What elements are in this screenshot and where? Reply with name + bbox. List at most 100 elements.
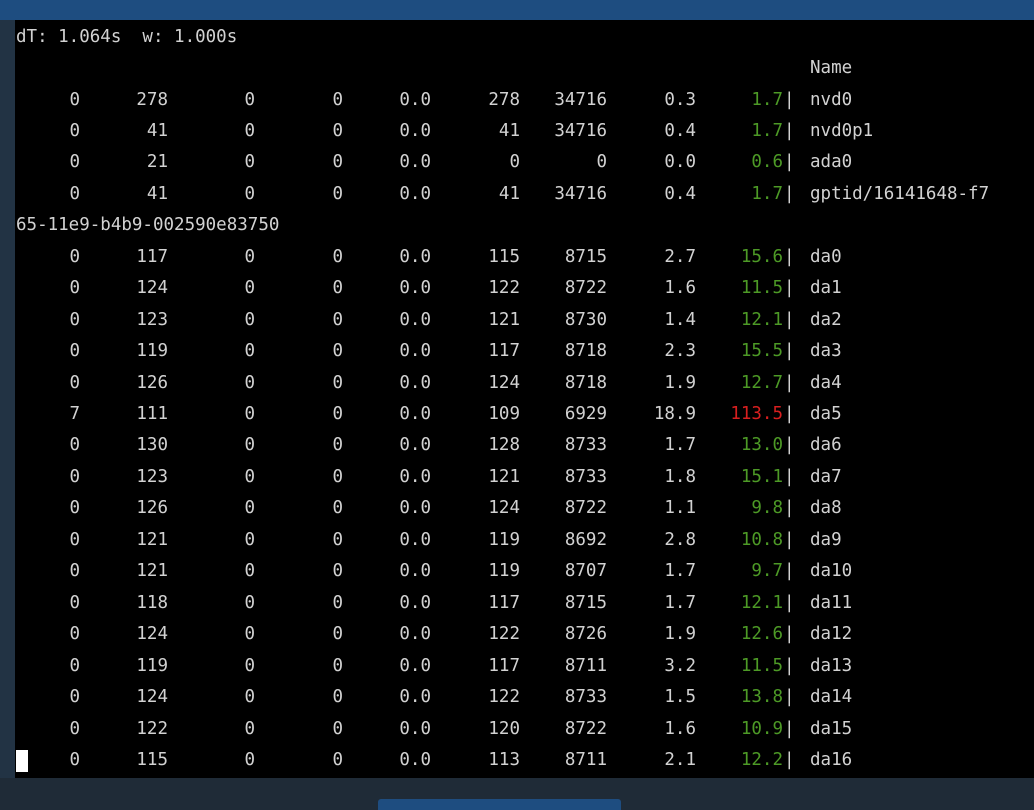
busy-separator: | — [784, 89, 795, 110]
device-name: da9 — [810, 529, 842, 550]
table-row[interactable]: 0 21 0 0 0.0 0 0 0.0 0.6 | ada0 — [15, 147, 1034, 178]
table-row[interactable]: 0 130 0 0 0.0 128 8733 1.7 13.0 | da6 — [15, 430, 1034, 461]
busy-separator: | — [784, 529, 795, 550]
cell-rs: 0 — [244, 561, 255, 582]
busy-separator: | — [784, 718, 795, 739]
cell-lq: 0 — [69, 435, 80, 456]
cell-lq: 0 — [69, 687, 80, 708]
cell-ops: 111 — [136, 404, 168, 424]
status-line: dT: 1.064s w: 1.000s — [15, 22, 237, 53]
table-row[interactable]: 0 118 0 0 0.0 117 8715 1.7 12.1 | da11 — [15, 588, 1034, 619]
cell-ops: 124 — [136, 278, 168, 299]
device-name: da3 — [810, 341, 842, 362]
cell-rkbps: 0 — [332, 498, 343, 519]
cell-rkbps: 0 — [332, 278, 343, 299]
cell-msw: 1.9 — [664, 624, 696, 645]
busy-separator: | — [784, 246, 795, 267]
table-row[interactable]: 0 124 0 0 0.0 122 8722 1.6 11.5 | da1 — [15, 273, 1034, 304]
table-row[interactable]: 0 119 0 0 0.0 117 8711 3.2 11.5 | da13 — [15, 651, 1034, 682]
table-row[interactable]: 0 126 0 0 0.0 124 8722 1.1 9.8 | da8 — [15, 493, 1034, 524]
cell-msw: 1.5 — [664, 687, 696, 708]
cell-rs: 0 — [244, 718, 255, 739]
table-row[interactable]: 0 119 0 0 0.0 117 8718 2.3 15.5 | da3 — [15, 336, 1034, 367]
cell-rs: 0 — [244, 749, 255, 770]
device-name: da8 — [810, 498, 842, 519]
cell-ops: 124 — [136, 687, 168, 708]
table-row[interactable]: 0 124 0 0 0.0 122 8726 1.9 12.6 | da12 — [15, 619, 1034, 650]
cell-lq: 0 — [69, 309, 80, 330]
cell-msw: 3.2 — [664, 655, 696, 676]
device-name: da0 — [810, 246, 842, 267]
cell-rkbps: 0 — [332, 152, 343, 173]
table-row[interactable]: 0 41 0 0 0.0 41 34716 0.4 1.7 | nvd0p1 — [15, 116, 1034, 147]
cell-rs: 0 — [244, 278, 255, 299]
cell-msw: 1.7 — [664, 435, 696, 456]
cell-ws: 122 — [488, 278, 520, 299]
device-name: da5 — [810, 404, 842, 424]
busy-value: 11.5 — [740, 655, 783, 676]
cell-msr: 0.0 — [399, 89, 431, 110]
busy-separator: | — [784, 404, 795, 424]
busy-value: 12.2 — [740, 749, 783, 770]
table-row[interactable]: 0 115 0 0 0.0 113 8711 2.1 12.2 | da16 — [15, 745, 1034, 776]
cell-msw: 18.9 — [653, 404, 696, 424]
cell-msw: 2.7 — [664, 246, 696, 267]
table-row[interactable]: 0 122 0 0 0.0 120 8722 1.6 10.9 | da15 — [15, 714, 1034, 745]
cell-lq: 0 — [69, 498, 80, 519]
busy-value: 13.0 — [740, 435, 783, 456]
cell-wkbps: 8722 — [564, 498, 607, 519]
cell-rkbps: 0 — [332, 435, 343, 456]
cell-rs: 0 — [244, 89, 255, 110]
cell-ops: 126 — [136, 498, 168, 519]
cell-ops: 123 — [136, 309, 168, 330]
column-header: Name — [810, 58, 853, 78]
table-row[interactable]: 0 123 0 0 0.0 121 8733 1.8 15.1 | da7 — [15, 462, 1034, 493]
cell-lq: 0 — [69, 529, 80, 550]
cell-msr: 0.0 — [399, 592, 431, 613]
cell-rkbps: 0 — [332, 309, 343, 330]
cell-ops: 126 — [136, 372, 168, 393]
table-row[interactable]: 7 111 0 0 0.0 109 6929 18.9 113.5 | da5 — [15, 399, 1034, 430]
cell-rkbps: 0 — [332, 592, 343, 613]
cell-ws: 0 — [509, 152, 520, 173]
table-row[interactable]: 0 124 0 0 0.0 122 8733 1.5 13.8 | da14 — [15, 682, 1034, 713]
busy-value: 9.8 — [751, 498, 783, 519]
terminal-screen[interactable]: dT: 1.064s w: 1.000s L(q)ops/sr/skBpsms/… — [15, 20, 1034, 778]
busy-value: 15.5 — [740, 341, 783, 362]
cell-ws: 119 — [488, 561, 520, 582]
busy-value: 113.5 — [730, 404, 783, 424]
cell-msr: 0.0 — [399, 404, 431, 424]
cell-msw: 1.7 — [664, 561, 696, 582]
table-row[interactable]: 0 121 0 0 0.0 119 8692 2.8 10.8 | da9 — [15, 525, 1034, 556]
device-name: da4 — [810, 372, 842, 393]
cell-wkbps: 8711 — [564, 655, 607, 676]
busy-separator: | — [784, 592, 795, 613]
cell-msw: 2.1 — [664, 749, 696, 770]
bottom-tab-button[interactable] — [378, 799, 621, 810]
cell-wkbps: 8711 — [564, 749, 607, 770]
device-name: da14 — [810, 687, 853, 708]
cell-msr: 0.0 — [399, 183, 431, 204]
table-row[interactable]: 0 278 0 0 0.0 278 34716 0.3 1.7 | nvd0 — [15, 85, 1034, 116]
cell-rs: 0 — [244, 498, 255, 519]
cell-rs: 0 — [244, 435, 255, 456]
cell-msw: 1.8 — [664, 466, 696, 487]
table-row[interactable]: 0 123 0 0 0.0 121 8730 1.4 12.1 | da2 — [15, 305, 1034, 336]
cell-msw: 1.4 — [664, 309, 696, 330]
cell-ops: 21 — [146, 152, 168, 173]
cell-wkbps: 8692 — [564, 529, 607, 550]
table-row[interactable]: 0 121 0 0 0.0 119 8707 1.7 9.7 | da10 — [15, 556, 1034, 587]
cell-rkbps: 0 — [332, 372, 343, 393]
cell-wkbps: 8715 — [564, 592, 607, 613]
cell-rkbps: 0 — [332, 120, 343, 141]
cell-rkbps: 0 — [332, 529, 343, 550]
table-row[interactable]: 0 41 0 0 0.0 41 34716 0.4 1.7 | gptid/16141648-f7 — [15, 179, 1034, 210]
cell-ws: 128 — [488, 435, 520, 456]
cell-rs: 0 — [244, 152, 255, 173]
table-row[interactable]: 0 117 0 0 0.0 115 8715 2.7 15.6 | da0 — [15, 242, 1034, 273]
cell-msr: 0.0 — [399, 655, 431, 676]
cell-ops: 117 — [136, 246, 168, 267]
cell-wkbps: 6929 — [564, 404, 607, 424]
table-row[interactable]: 0 126 0 0 0.0 124 8718 1.9 12.7 | da4 — [15, 368, 1034, 399]
cell-msr: 0.0 — [399, 466, 431, 487]
